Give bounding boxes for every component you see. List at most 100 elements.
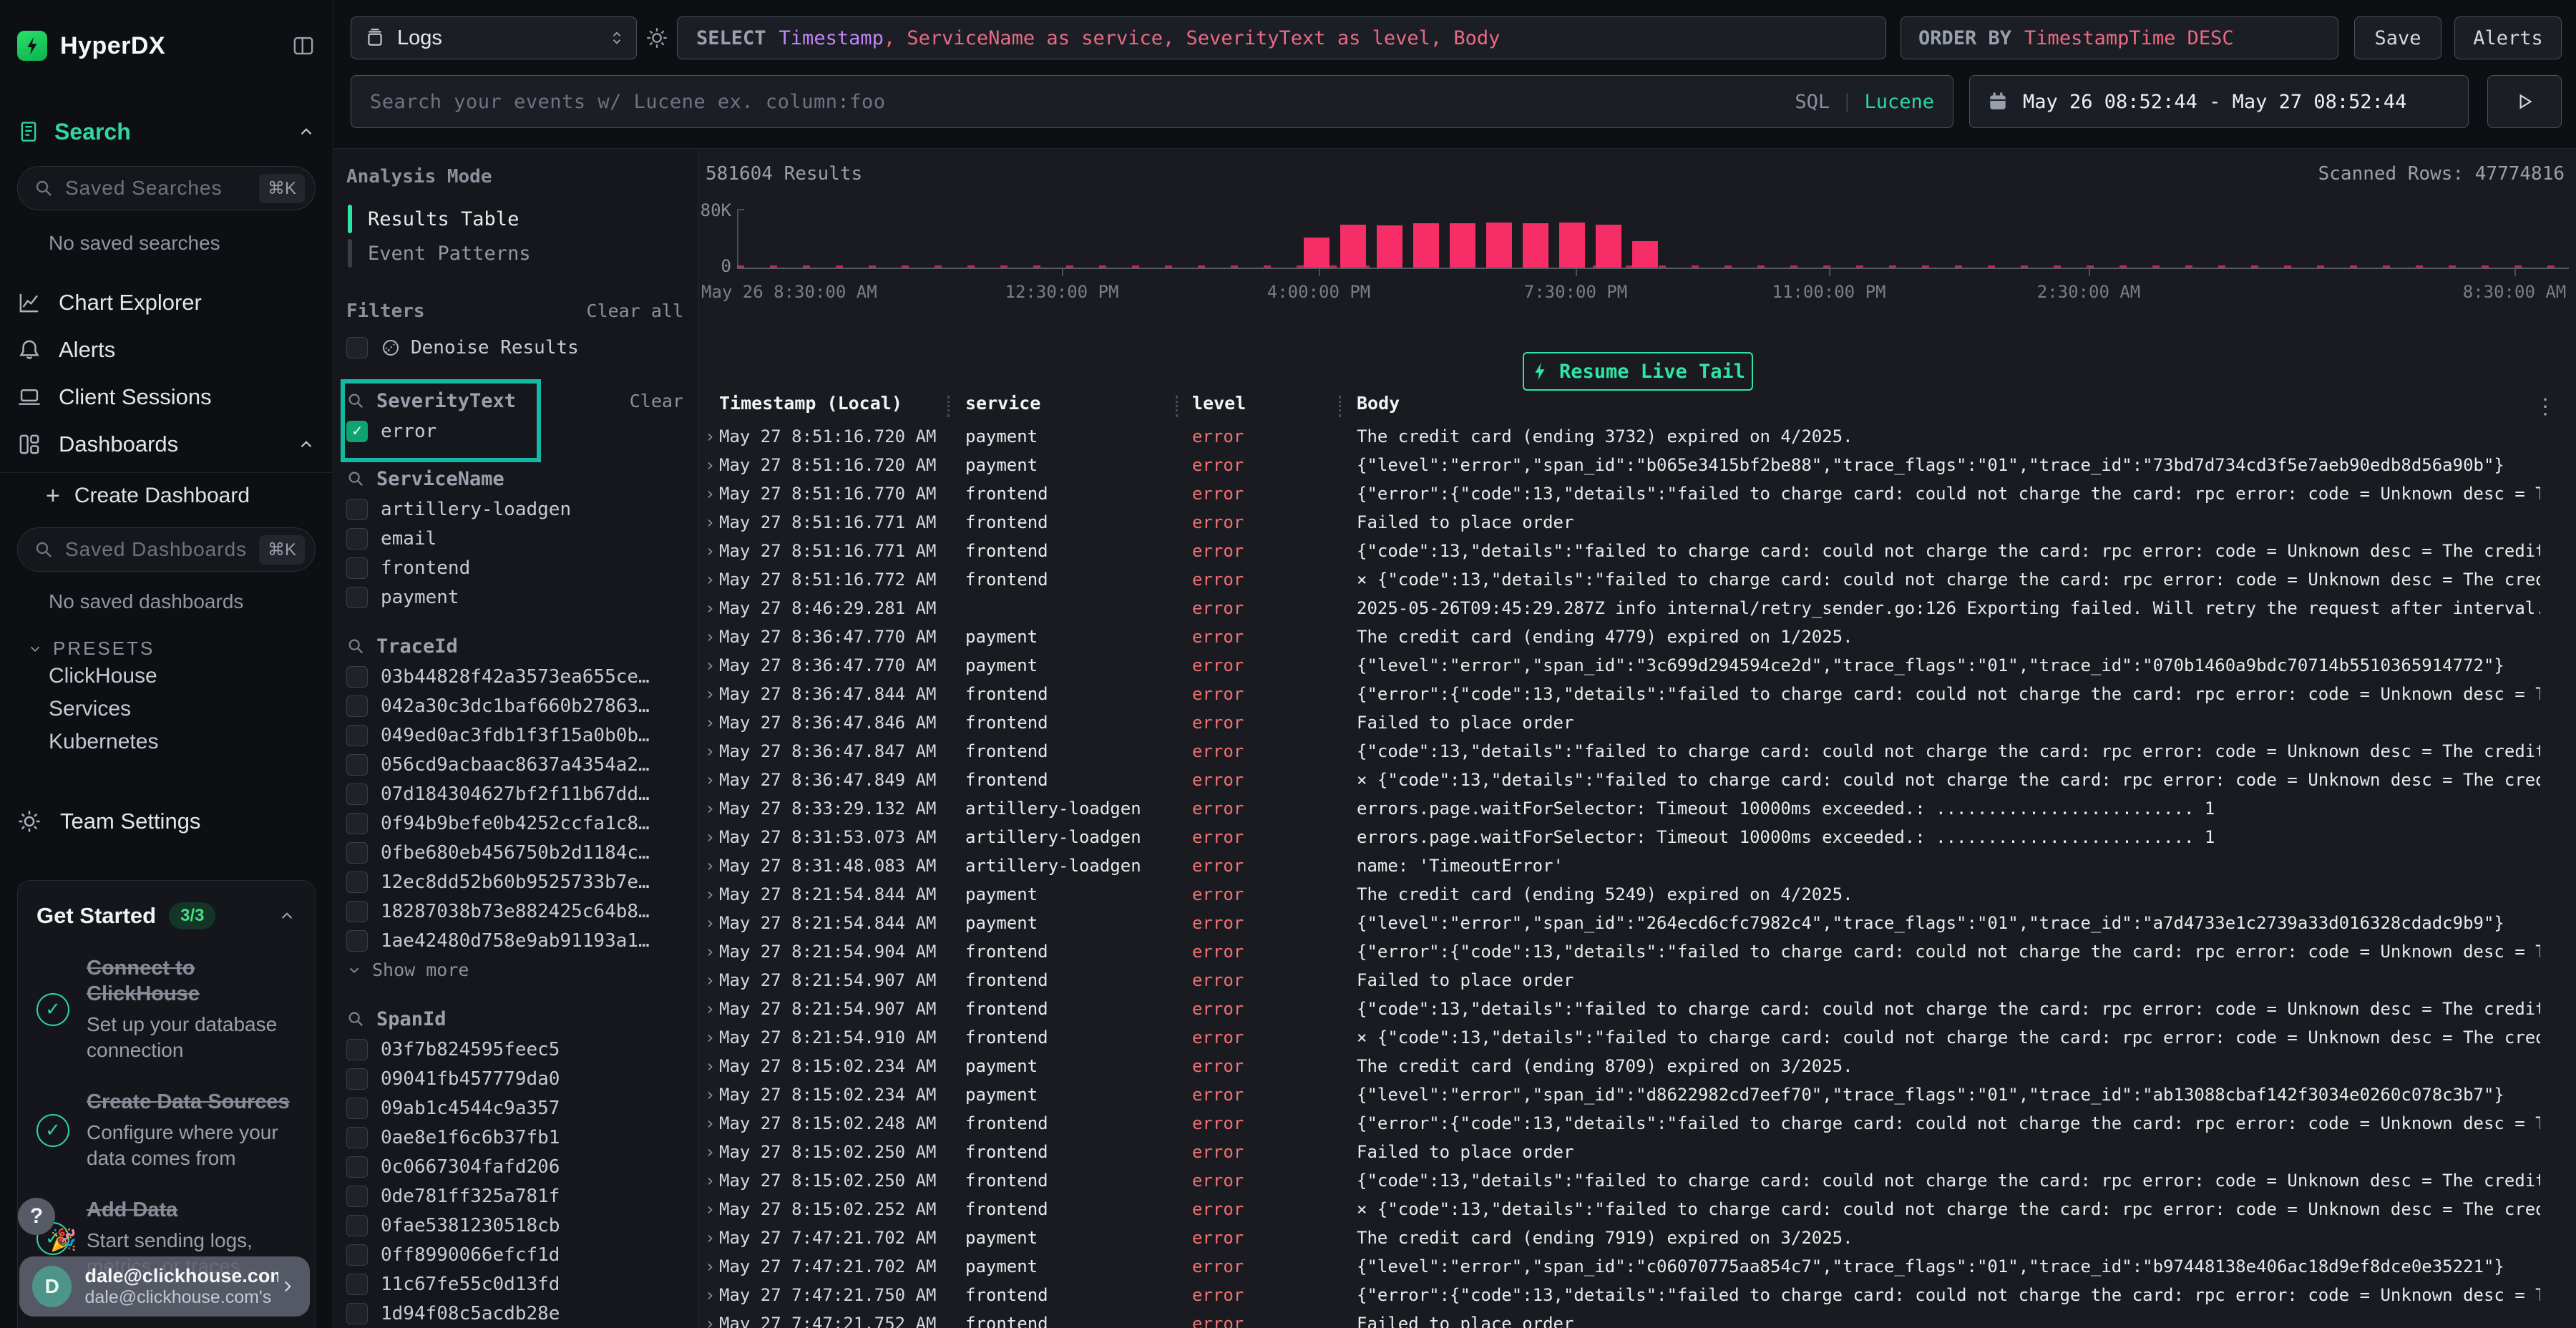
span-filter-option[interactable]: 1d94f08c5acdb28e [346, 1299, 683, 1328]
table-row[interactable]: May 27 8:15:02.248 AM frontend error {"e… [698, 1109, 2576, 1138]
service-filter-option[interactable]: artillery-loadgen [346, 494, 683, 524]
table-row[interactable]: May 27 7:47:21.750 AM frontend error {"e… [698, 1281, 2576, 1309]
trace-filter-option[interactable]: 03b44828f42a3573ea655ce… [346, 662, 683, 691]
sidebar-collapse-icon[interactable] [291, 34, 316, 58]
span-filter-option[interactable]: 0ff8990066efcf1d [346, 1240, 683, 1269]
row-expand-icon[interactable] [705, 1027, 719, 1048]
table-row[interactable]: May 27 7:47:21.702 AM payment error {"le… [698, 1252, 2576, 1281]
table-row[interactable]: May 27 8:36:47.849 AM frontend error × {… [698, 766, 2576, 794]
sidebar-item-search[interactable]: Search [17, 116, 316, 147]
severity-clear-button[interactable]: Clear [630, 391, 683, 411]
preset-link[interactable]: Kubernetes [17, 726, 316, 758]
saved-searches-input[interactable]: Saved Searches ⌘K [17, 166, 316, 210]
search-icon[interactable] [346, 637, 365, 655]
histogram-bar[interactable] [1632, 241, 1658, 268]
table-row[interactable]: May 27 8:36:47.846 AM frontend error Fai… [698, 708, 2576, 737]
row-expand-icon[interactable] [705, 455, 719, 475]
row-expand-icon[interactable] [705, 1142, 719, 1162]
resume-live-tail-button[interactable]: Resume Live Tail [1523, 352, 1753, 391]
presets-section-header[interactable]: PRESETS [17, 638, 316, 660]
preset-link[interactable]: Services [17, 693, 316, 726]
filter-checkbox[interactable] [346, 1186, 368, 1207]
span-filter-option[interactable]: 09041fb457779da0 [346, 1064, 683, 1093]
row-expand-icon[interactable] [705, 827, 719, 847]
clear-all-button[interactable]: Clear all [587, 301, 683, 321]
order-by-input[interactable]: ORDER BYTimestampTime DESC [1901, 16, 2338, 59]
histogram-bar[interactable] [1486, 223, 1512, 268]
table-row[interactable]: May 27 8:21:54.904 AM frontend error {"e… [698, 937, 2576, 966]
trace-show-more-button[interactable]: Show more [346, 955, 683, 985]
table-row[interactable]: May 27 7:47:21.752 AM frontend error Fai… [698, 1309, 2576, 1328]
histogram-bar[interactable] [1523, 223, 1548, 268]
chevron-up-icon[interactable] [278, 907, 296, 925]
table-row[interactable]: May 27 8:21:54.844 AM payment error The … [698, 880, 2576, 909]
column-separator[interactable] [947, 396, 950, 417]
row-expand-icon[interactable] [705, 570, 719, 590]
sidebar-item-chart-explorer[interactable]: Chart Explorer [17, 279, 316, 326]
table-row[interactable]: May 27 8:21:54.907 AM frontend error {"c… [698, 995, 2576, 1023]
sidebar-item-client-sessions[interactable]: Client Sessions [17, 374, 316, 421]
sidebar-item-dashboards[interactable]: Dashboards [17, 421, 316, 468]
filter-checkbox[interactable] [346, 1068, 368, 1090]
table-row[interactable]: May 27 8:15:02.234 AM payment error The … [698, 1052, 2576, 1080]
filter-checkbox[interactable] [346, 901, 368, 922]
sidebar-item-team-settings[interactable]: Team Settings [17, 800, 316, 843]
table-row[interactable]: May 27 8:36:47.770 AM payment error {"le… [698, 651, 2576, 680]
table-row[interactable]: May 27 8:36:47.844 AM frontend error {"e… [698, 680, 2576, 708]
filter-checkbox[interactable] [346, 421, 368, 442]
service-filter-option[interactable]: email [346, 524, 683, 553]
span-filter-option[interactable]: 11c67fe55c0d13fd [346, 1269, 683, 1299]
trace-filter-option[interactable]: 12ec8dd52b60b9525733b7e… [346, 867, 683, 897]
get-started-step[interactable]: ✓ Connect to ClickHouse Set up your data… [36, 955, 296, 1063]
search-icon[interactable] [346, 391, 365, 410]
row-expand-icon[interactable] [705, 1228, 719, 1248]
results-histogram[interactable] [698, 209, 2569, 268]
run-query-button[interactable] [2487, 75, 2562, 128]
row-expand-icon[interactable] [705, 913, 719, 933]
search-icon[interactable] [346, 1010, 365, 1028]
denoise-results-option[interactable]: Denoise Results [346, 333, 683, 362]
alerts-button[interactable]: Alerts [2454, 16, 2562, 59]
sidebar-item-alerts[interactable]: Alerts [17, 326, 316, 374]
row-expand-icon[interactable] [705, 1256, 719, 1276]
source-settings-gear-icon[interactable] [637, 16, 677, 59]
histogram-bar[interactable] [1340, 225, 1366, 268]
table-row[interactable]: May 27 8:15:02.250 AM frontend error {"c… [698, 1166, 2576, 1195]
column-header-service[interactable]: service [965, 393, 1192, 414]
span-filter-option[interactable]: 09ab1c4544c9a357 [346, 1093, 683, 1123]
span-filter-option[interactable]: 0fae5381230518cb [346, 1211, 683, 1240]
histogram-bar[interactable] [1559, 223, 1585, 268]
preset-link[interactable]: ClickHouse [17, 660, 316, 693]
save-button[interactable]: Save [2354, 16, 2441, 59]
language-toggle-sql[interactable]: SQL [1795, 91, 1830, 113]
filter-checkbox[interactable] [346, 1039, 368, 1060]
filter-checkbox[interactable] [346, 872, 368, 893]
span-filter-option[interactable]: 0ae8e1f6c6b37fb1 [346, 1123, 683, 1152]
filter-checkbox[interactable] [346, 695, 368, 717]
table-row[interactable]: May 27 8:31:53.073 AM artillery-loadgen … [698, 823, 2576, 851]
severity-filter-option[interactable]: error [346, 416, 683, 446]
filter-checkbox[interactable] [346, 666, 368, 688]
table-row[interactable]: May 27 8:33:29.132 AM artillery-loadgen … [698, 794, 2576, 823]
histogram-bar[interactable] [1304, 238, 1330, 268]
trace-filter-option[interactable]: 07d184304627bf2f11b67dd… [346, 779, 683, 809]
filter-checkbox[interactable] [346, 528, 368, 550]
filter-checkbox[interactable] [346, 754, 368, 776]
row-expand-icon[interactable] [705, 684, 719, 704]
language-toggle-lucene[interactable]: Lucene [1864, 91, 1934, 113]
table-row[interactable]: May 27 8:15:02.234 AM payment error {"le… [698, 1080, 2576, 1109]
table-row[interactable]: May 27 8:46:29.281 AM error 2025-05-26T0… [698, 594, 2576, 622]
row-expand-icon[interactable] [705, 856, 719, 876]
filter-checkbox[interactable] [346, 557, 368, 579]
table-row[interactable]: May 27 8:21:54.844 AM payment error {"le… [698, 909, 2576, 937]
histogram-bar[interactable] [1377, 225, 1402, 268]
analysis-mode-option[interactable]: Results Table [346, 202, 683, 236]
get-started-step[interactable]: ✓ Create Data Sources Configure where yo… [36, 1089, 296, 1171]
filter-checkbox[interactable] [346, 842, 368, 864]
column-separator[interactable] [1176, 396, 1178, 417]
filter-checkbox[interactable] [346, 1127, 368, 1148]
trace-filter-option[interactable]: 042a30c3dc1baf660b27863… [346, 691, 683, 721]
row-expand-icon[interactable] [705, 884, 719, 904]
filter-checkbox[interactable] [346, 587, 368, 608]
create-dashboard-button[interactable]: + Create Dashboard [17, 473, 316, 519]
